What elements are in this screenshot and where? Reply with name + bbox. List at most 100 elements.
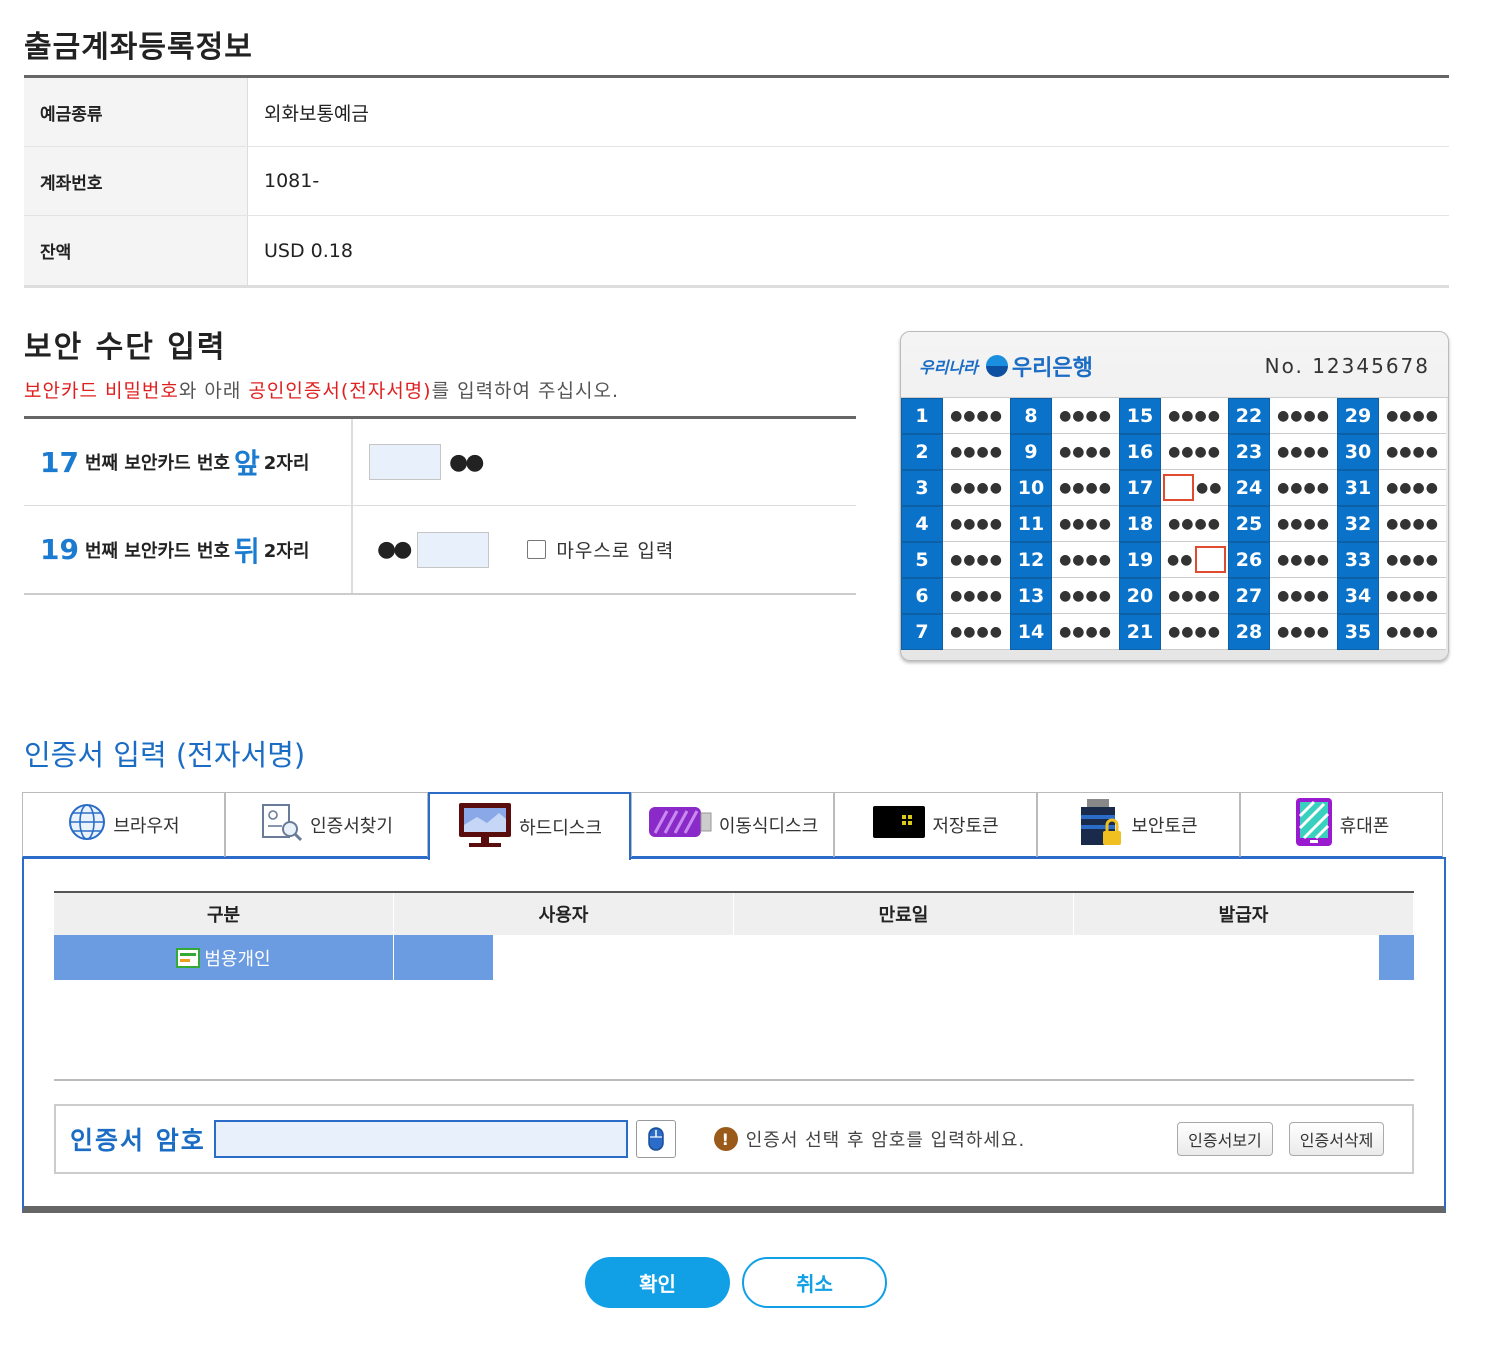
- tab-storage-token[interactable]: 저장토큰: [834, 792, 1037, 858]
- security-value: ●●: [353, 419, 856, 505]
- tab-hard-disk[interactable]: 하드디스크: [428, 792, 631, 860]
- tab-label: 보안토큰: [1131, 815, 1198, 837]
- card-cell-number: 19: [1119, 542, 1161, 578]
- card-cell-number: 32: [1337, 506, 1379, 542]
- card-cell-mask: ●●●●: [943, 434, 1010, 470]
- header-type: 구분: [54, 893, 394, 935]
- tab-browser[interactable]: 브라우저: [22, 792, 225, 858]
- cert-type-cell[interactable]: 범용개인: [54, 935, 394, 980]
- token-icon: [872, 805, 926, 844]
- card-number: No. 12345678: [1264, 354, 1430, 378]
- info-value: 외화보통예금: [264, 102, 369, 125]
- account-title: 출금계좌등록정보: [24, 30, 253, 65]
- card-cell-front-marked: ●●: [1161, 470, 1228, 506]
- secure-token-icon: [1079, 797, 1125, 852]
- bank-slogan: 우리나라: [919, 358, 978, 377]
- tab-label: 이동식디스크: [718, 815, 819, 837]
- card-mark: [1163, 474, 1194, 501]
- card-index: 17: [40, 445, 79, 479]
- card-cell-mask: ●●●●: [1052, 614, 1119, 650]
- card-cell-mask: ●●●●: [1161, 578, 1228, 614]
- card-cell-number: 27: [1228, 578, 1270, 614]
- card-cell-number: 7: [901, 614, 943, 650]
- card-cell-number: 25: [1228, 506, 1270, 542]
- divider: [54, 1079, 1414, 1081]
- card-cell-number: 31: [1337, 470, 1379, 506]
- virtual-keyboard-button[interactable]: [635, 1120, 676, 1158]
- bank-logo: 우리나라 우리은행: [919, 350, 1093, 382]
- tab-secure-token[interactable]: 보안토큰: [1037, 792, 1240, 858]
- masked-dots: ●●: [377, 537, 412, 562]
- position-text: 뒤: [233, 534, 260, 568]
- cert-password-input[interactable]: [213, 1120, 628, 1158]
- confirm-button[interactable]: 확인: [585, 1257, 730, 1308]
- view-cert-button[interactable]: 인증서보기: [1177, 1122, 1273, 1156]
- checkbox-box[interactable]: [527, 540, 547, 559]
- tab-label: 브라우저: [113, 815, 180, 837]
- card-cell-number: 22: [1228, 398, 1270, 434]
- card-row: 3 ●●●● 10 ●●●● 17 ●● 24 ●●●● 31 ●●●●: [901, 470, 1448, 506]
- mouse-icon: [647, 1126, 665, 1152]
- password-hint: ! 인증서 선택 후 암호를 입력하세요.: [713, 1126, 1025, 1152]
- card-cell-number: 3: [901, 470, 943, 506]
- card-cell-number: 1: [901, 398, 943, 434]
- cancel-button[interactable]: 취소: [742, 1257, 887, 1308]
- bank-logo-icon: [985, 355, 1008, 377]
- label-text: 번째 보안카드 번호: [84, 540, 230, 562]
- info-row-number: 계좌번호 1081-: [24, 147, 1449, 216]
- cert-empty-cell[interactable]: [493, 935, 1379, 980]
- security-value: ●● 마우스로 입력: [353, 506, 856, 593]
- card-cell-mask: ●●●●: [1270, 542, 1337, 578]
- card-cell-number: 9: [1010, 434, 1052, 470]
- card-cell-number: 20: [1119, 578, 1161, 614]
- label-text: 2자리: [263, 540, 310, 562]
- card-cell-mask: ●●●●: [943, 470, 1010, 506]
- cert-panel: 구분 사용자 만료일 발급자 범용개인 인증서 암호 ! 인증서 선택 후 암호…: [22, 857, 1446, 1213]
- card-cell-mask: ●●●●: [1161, 398, 1228, 434]
- cert-tabs: 브라우저 인증서찾기 하드디스크 이동식디스크 저장토큰 보안토큰 휴대폰: [22, 792, 1446, 860]
- cert-user-cell[interactable]: [394, 935, 493, 980]
- card-cell-number: 29: [1337, 398, 1379, 434]
- card-cell-number: 16: [1119, 434, 1161, 470]
- card-row: 4 ●●●● 11 ●●●● 18 ●●●● 25 ●●●● 32 ●●●●: [901, 506, 1448, 542]
- card-row: 2 ●●●● 9 ●●●● 16 ●●●● 23 ●●●● 30 ●●●●: [901, 434, 1448, 470]
- card-cell-mask: ●●●●: [1161, 506, 1228, 542]
- card-cell-number: 11: [1010, 506, 1052, 542]
- bank-name: 우리은행: [1011, 356, 1093, 381]
- info-row-balance: 잔액 USD 0.18: [24, 216, 1449, 285]
- desc-highlight: 공인인증서(전자서명): [248, 380, 432, 402]
- cert-list: 구분 사용자 만료일 발급자 범용개인: [54, 891, 1414, 980]
- security-back-input[interactable]: [417, 531, 490, 568]
- card-cell-number: 15: [1119, 398, 1161, 434]
- card-cell-mask: ●●●●: [1052, 578, 1119, 614]
- checkbox-label: 마우스로 입력: [556, 540, 675, 562]
- card-cell-mask: ●●●●: [943, 578, 1010, 614]
- card-cell-mask: ●●●●: [1052, 542, 1119, 578]
- card-cell-number: 8: [1010, 398, 1052, 434]
- card-cell-number: 30: [1337, 434, 1379, 470]
- cert-issuer-cell[interactable]: [1379, 935, 1414, 980]
- tab-phone[interactable]: 휴대폰: [1240, 792, 1443, 858]
- cert-search-icon: [260, 802, 304, 847]
- delete-cert-button[interactable]: 인증서삭제: [1288, 1122, 1385, 1156]
- masked-dots: ●●: [449, 449, 484, 475]
- security-label: 19 번째 보안카드 번호 뒤 2자리: [24, 506, 353, 593]
- card-row: 5 ●●●● 12 ●●●● 19 ●● 26 ●●●● 33 ●●●●: [901, 542, 1448, 578]
- card-cell-mask: ●●●●: [1161, 614, 1228, 650]
- security-front-input[interactable]: [369, 444, 441, 480]
- info-label: 계좌번호: [24, 147, 248, 215]
- tab-removable-disk[interactable]: 이동식디스크: [631, 792, 834, 858]
- cert-row[interactable]: 범용개인: [54, 935, 1414, 980]
- card-cell-mask: ●●●●: [1270, 614, 1337, 650]
- info-row-type: 예금종류 외화보통예금: [24, 78, 1449, 147]
- card-grid: 1 ●●●● 8 ●●●● 15 ●●●● 22 ●●●● 29 ●●●● 2 ●●●● 9 ●●●● 16…: [901, 397, 1448, 650]
- card-row: 1 ●●●● 8 ●●●● 15 ●●●● 22 ●●●● 29 ●●●●: [901, 398, 1448, 434]
- phone-icon: [1294, 796, 1334, 853]
- mouse-input-checkbox[interactable]: 마우스로 입력: [527, 536, 674, 563]
- card-cell-number: 33: [1337, 542, 1379, 578]
- card-cell-number: 5: [901, 542, 943, 578]
- tab-cert-search[interactable]: 인증서찾기: [225, 792, 428, 858]
- tab-label: 하드디스크: [519, 818, 602, 839]
- card-cell-mask: ●●●●: [1379, 398, 1446, 434]
- info-value: USD 0.18: [264, 239, 353, 262]
